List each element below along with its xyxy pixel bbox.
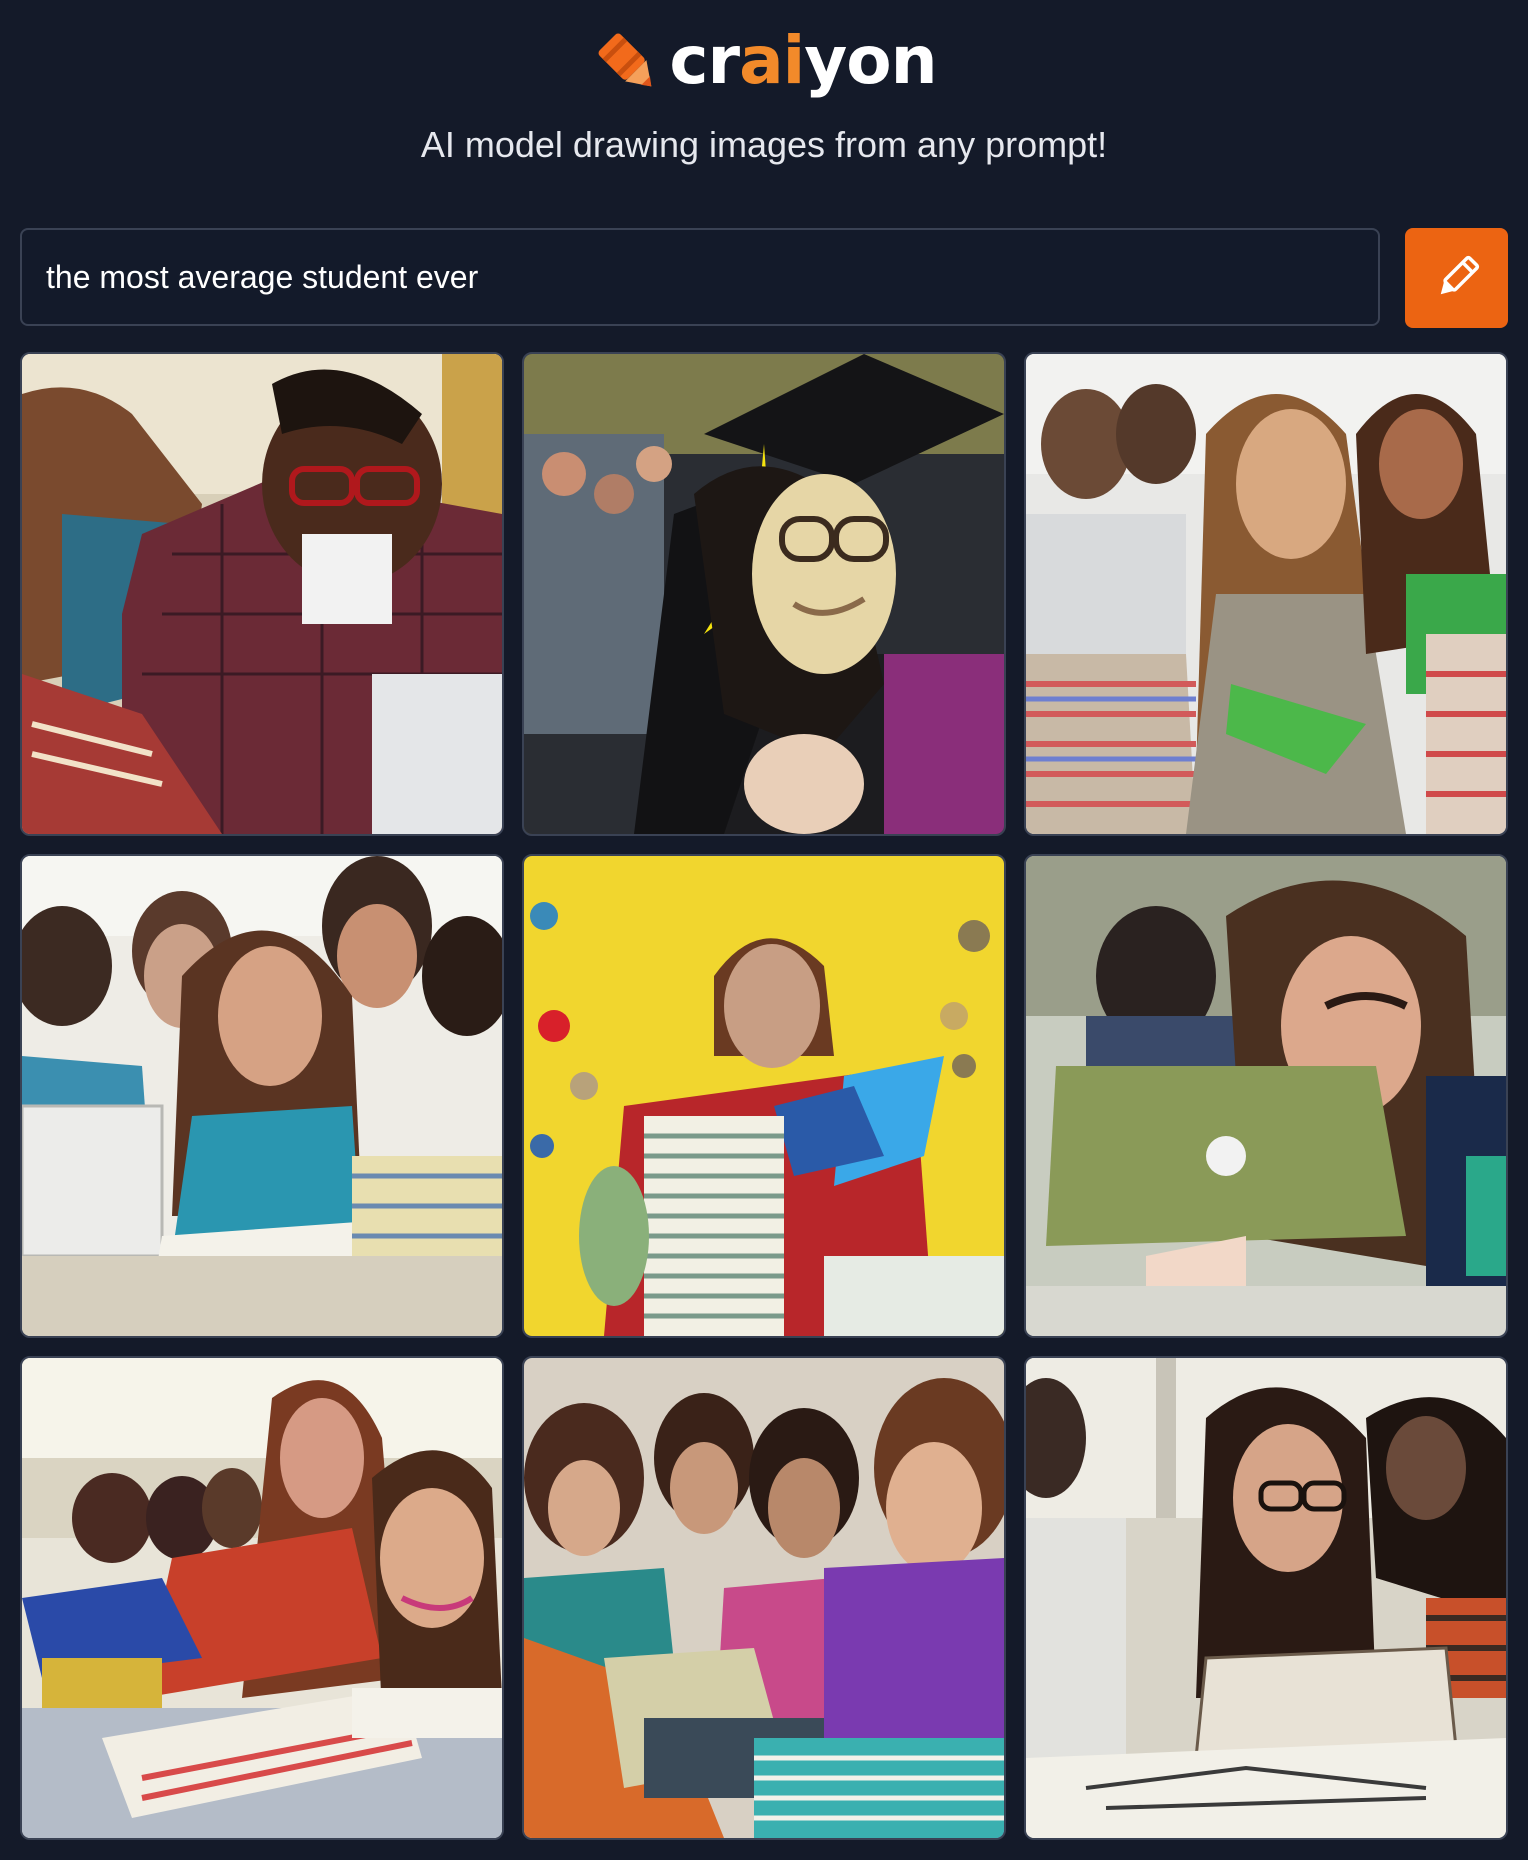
generated-image-5[interactable]: [522, 854, 1006, 1338]
prompt-input-container[interactable]: [20, 228, 1380, 326]
tagline: AI model drawing images from any prompt!: [420, 124, 1108, 165]
generated-image-1[interactable]: [20, 352, 504, 836]
brand-name: craiyon: [669, 28, 937, 94]
generated-image-6[interactable]: [1024, 854, 1508, 1338]
crayon-logo-icon: [598, 33, 652, 87]
craiyon-logo[interactable]: craiyon: [0, 22, 1528, 100]
prompt-input[interactable]: [22, 258, 1378, 296]
generated-image-3[interactable]: [1024, 352, 1508, 836]
header: craiyon AI model drawing images from any…: [0, 0, 1528, 200]
brand-name-accent: ai: [739, 22, 805, 99]
pencil-icon: [1440, 255, 1479, 295]
draw-button[interactable]: [1405, 228, 1508, 328]
generated-image-2[interactable]: [522, 352, 1006, 836]
generated-image-7[interactable]: [20, 1356, 504, 1840]
generated-image-8[interactable]: [522, 1356, 1006, 1840]
generated-image-9[interactable]: [1024, 1356, 1508, 1840]
generated-image-4[interactable]: [20, 854, 504, 1338]
brand-name-pre: cr: [669, 22, 740, 99]
brand-name-post: yon: [804, 22, 937, 99]
